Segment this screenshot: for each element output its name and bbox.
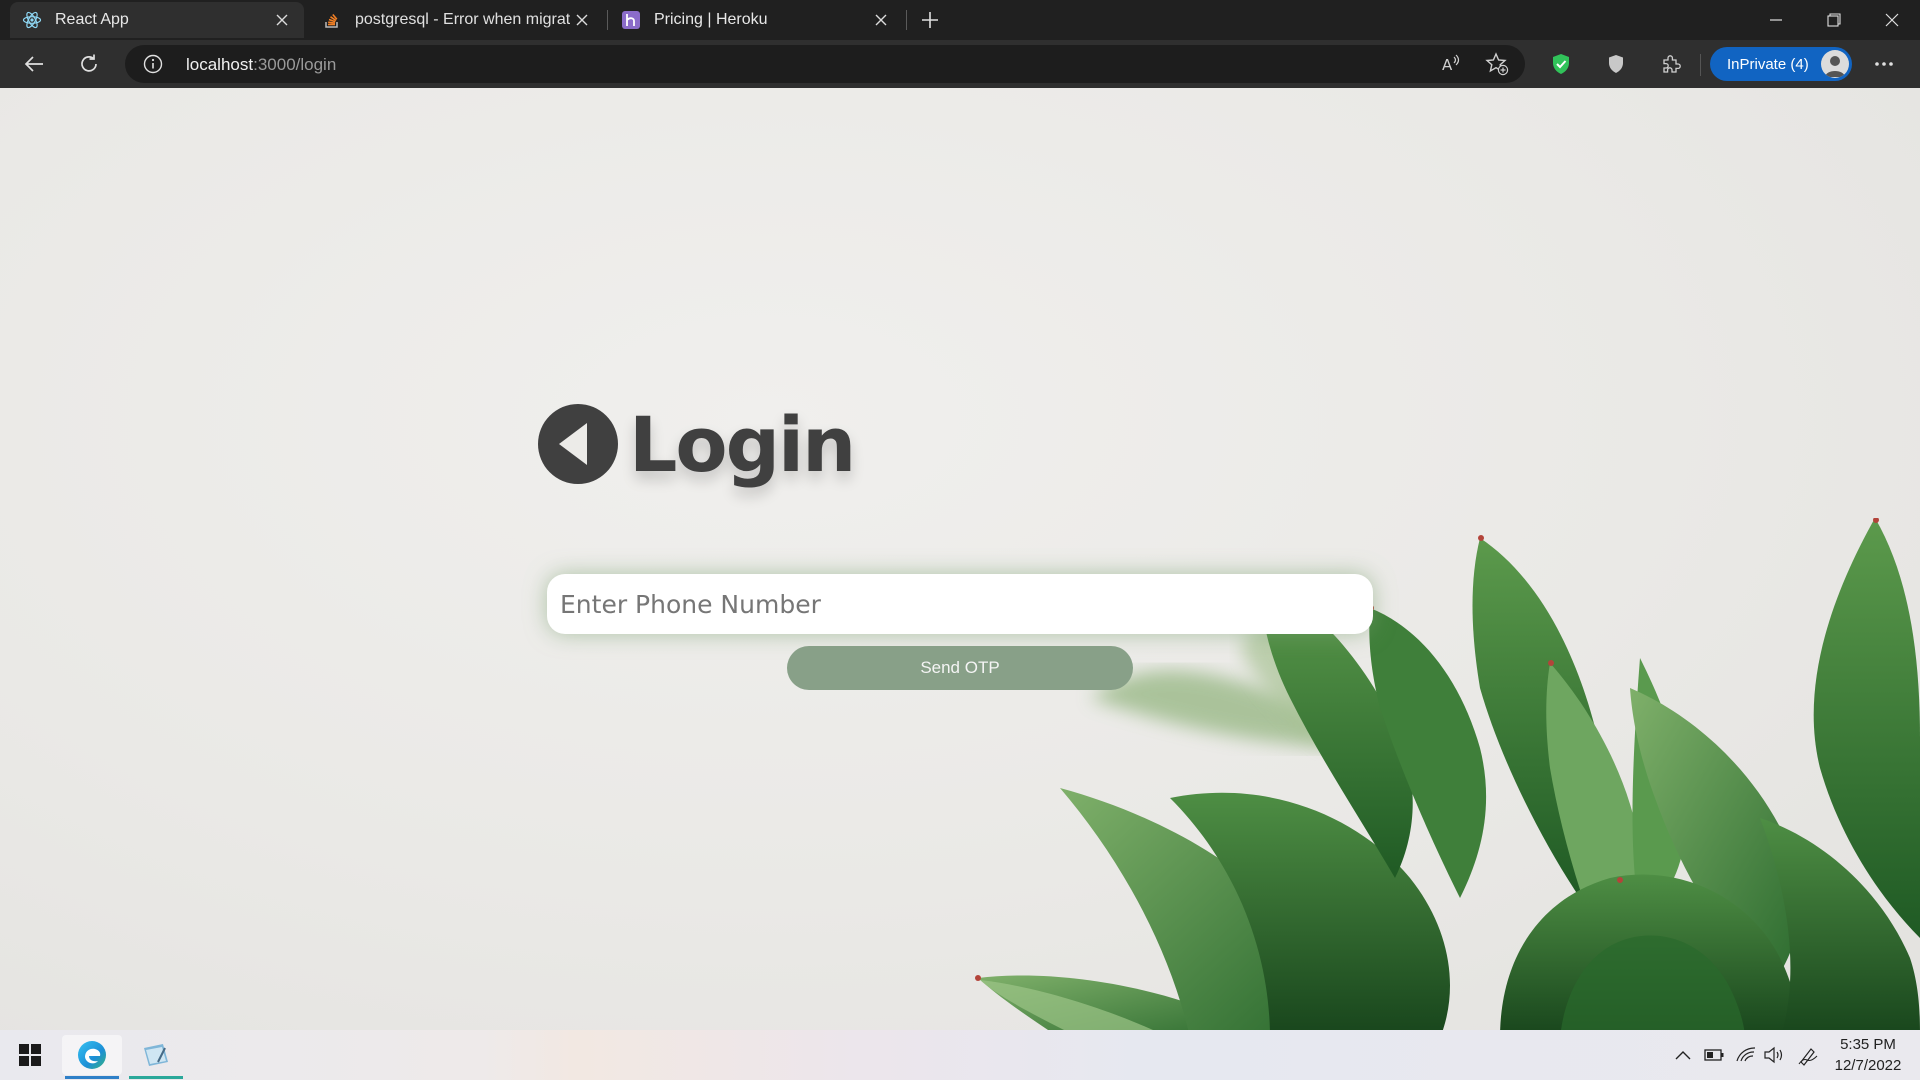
edge-browser-icon (78, 1041, 106, 1069)
address-bar[interactable]: localhost:3000/login A (125, 45, 1525, 83)
chevron-up-icon (1675, 1051, 1691, 1060)
tab-title: postgresql - Error when migrating (355, 11, 570, 28)
restore-button[interactable] (1806, 0, 1862, 40)
browser-toolbar: localhost:3000/login A InPrivate (4) (0, 40, 1920, 88)
avatar (1821, 50, 1849, 78)
inprivate-label: InPrivate (4) (1727, 55, 1809, 73)
tab-separator (906, 10, 907, 30)
browser-tab-strip: React App postgresql - Error when migrat… (0, 0, 1920, 40)
stackoverflow-icon (322, 10, 342, 30)
shield-check-icon (1553, 54, 1569, 74)
tab-title: React App (55, 11, 129, 28)
settings-more-button[interactable] (1866, 46, 1902, 82)
shield-icon (1609, 55, 1623, 73)
send-otp-button[interactable]: Send OTP (787, 646, 1133, 690)
extensions-button[interactable] (1653, 46, 1689, 82)
phone-number-input[interactable] (547, 574, 1373, 634)
privacy-extension-button[interactable] (1598, 46, 1634, 82)
page-title: Login (629, 399, 856, 489)
taskbar-app[interactable] (126, 1035, 186, 1079)
login-header: Login (537, 399, 856, 489)
minimize-button[interactable] (1748, 0, 1804, 40)
active-app-indicator (65, 1076, 119, 1079)
windows-logo-icon (19, 1044, 41, 1066)
plus-icon (922, 12, 938, 28)
svg-text:A: A (1442, 56, 1453, 74)
back-circle-icon[interactable] (537, 403, 619, 485)
wifi-icon[interactable] (1735, 1044, 1757, 1066)
site-info-icon[interactable] (143, 54, 163, 74)
system-clock[interactable]: 5:35 PM 12/7/2022 (1828, 1034, 1908, 1076)
refresh-icon (81, 54, 97, 72)
tab-title: Pricing | Heroku (654, 11, 768, 28)
battery-icon[interactable] (1703, 1044, 1725, 1066)
show-hidden-icons-button[interactable] (1672, 1044, 1694, 1066)
windows-taskbar: 5:35 PM 12/7/2022 (0, 1030, 1920, 1080)
pen-ink-icon[interactable] (1797, 1044, 1819, 1066)
new-tab-button[interactable] (916, 6, 944, 34)
more-horizontal-icon (1875, 62, 1893, 66)
tab-separator (607, 10, 608, 30)
active-app-indicator (129, 1076, 183, 1079)
tab-close-icon[interactable] (570, 8, 594, 32)
url-text: localhost:3000/login (186, 55, 337, 74)
back-button[interactable] (16, 46, 52, 82)
heroku-icon (621, 10, 641, 30)
adblock-extension-button[interactable] (1543, 46, 1579, 82)
page-viewport: Login Send OTP (0, 88, 1920, 1030)
puzzle-icon (1663, 55, 1681, 73)
toolbar-separator (1700, 54, 1701, 76)
restore-icon (1827, 13, 1841, 27)
tab-react-app[interactable]: React App (10, 2, 304, 38)
volume-icon[interactable] (1763, 1044, 1785, 1066)
clock-date: 12/7/2022 (1834, 1057, 1902, 1074)
minimize-icon (1770, 19, 1782, 21)
tab-heroku[interactable]: Pricing | Heroku (609, 2, 903, 38)
refresh-button[interactable] (71, 46, 107, 82)
tab-close-icon[interactable] (270, 8, 294, 32)
taskbar-edge[interactable] (62, 1035, 122, 1079)
close-window-button[interactable] (1864, 0, 1920, 40)
favorites-add-icon[interactable] (1485, 52, 1509, 76)
react-icon (22, 10, 42, 30)
read-aloud-icon[interactable]: A (1440, 52, 1464, 76)
sticky-notes-icon (144, 1044, 168, 1066)
arrow-left-icon (24, 56, 43, 72)
tab-postgresql[interactable]: postgresql - Error when migrating (310, 2, 604, 38)
tab-close-icon[interactable] (869, 8, 893, 32)
clock-time: 5:35 PM (1840, 1036, 1896, 1053)
start-button[interactable] (0, 1035, 60, 1075)
inprivate-profile-button[interactable]: InPrivate (4) (1710, 47, 1852, 81)
close-icon (1885, 13, 1899, 27)
